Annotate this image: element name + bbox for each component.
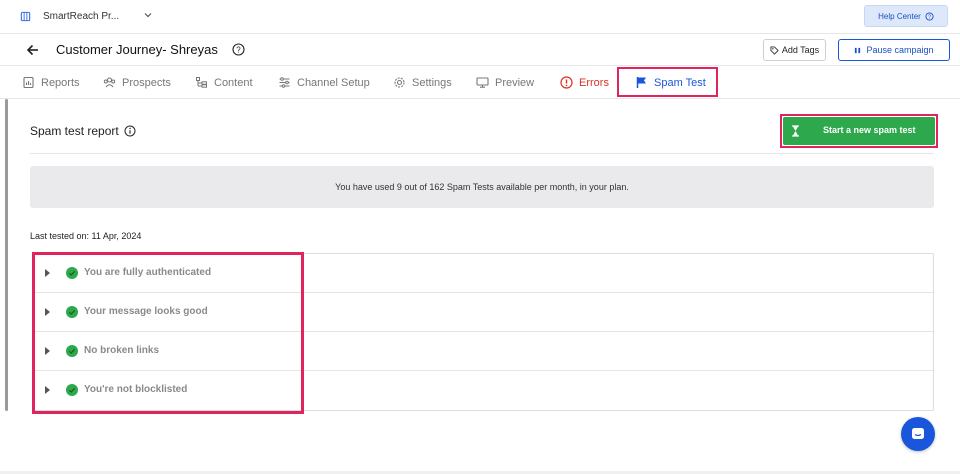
checks-highlight: [32, 252, 304, 414]
tab-label: Content: [214, 76, 253, 89]
tab-prospects[interactable]: Prospects: [103, 72, 171, 93]
question-circle-icon: ?: [925, 11, 934, 20]
spam-report-title: Spam test report: [30, 124, 136, 138]
tab-label: Settings: [412, 76, 452, 89]
content-icon: [196, 77, 207, 88]
gear-icon: [394, 77, 405, 88]
tab-label: Channel Setup: [297, 76, 370, 89]
add-tags-button[interactable]: Add Tags: [763, 39, 826, 61]
arrow-left-icon[interactable]: [26, 43, 40, 57]
hourglass-icon: [792, 125, 799, 137]
add-tags-label: Add Tags: [781, 45, 820, 55]
workspace-name[interactable]: SmartReach Pr...: [43, 11, 119, 22]
page-title: Customer Journey- Shreyas: [56, 42, 218, 57]
start-button-label: Start a new spam test: [823, 125, 916, 135]
tab-label: Errors: [579, 76, 609, 89]
spam-test-tab-highlight: [617, 67, 718, 97]
info-icon[interactable]: [124, 125, 136, 137]
chevron-down-icon[interactable]: [143, 10, 153, 20]
pause-campaign-button[interactable]: Pause campaign: [838, 39, 950, 61]
tab-settings[interactable]: Settings: [393, 72, 452, 93]
svg-text:?: ?: [928, 14, 931, 20]
report-title-text: Spam test report: [30, 124, 119, 138]
chat-icon: [912, 428, 924, 439]
campaign-tabs: Reports Prospects Content Channel Setup …: [0, 66, 960, 99]
scrollbar[interactable]: [5, 99, 8, 411]
tab-label: Prospects: [122, 76, 171, 89]
monitor-icon: [476, 77, 489, 88]
channel-setup-icon: [279, 77, 290, 88]
tab-content[interactable]: Content: [195, 72, 253, 93]
pause-campaign-label: Pause campaign: [866, 45, 934, 55]
tag-icon: [770, 45, 779, 55]
pause-icon: [855, 47, 861, 53]
prospects-icon: [103, 77, 116, 88]
start-new-spam-test-button[interactable]: Start a new spam test: [783, 117, 935, 145]
error-icon: [560, 76, 573, 89]
chat-support-button[interactable]: [901, 417, 935, 451]
divider: [30, 153, 934, 154]
tab-label: Reports: [41, 76, 80, 89]
tab-channel-setup[interactable]: Channel Setup: [278, 72, 370, 93]
help-center-button[interactable]: Help Center ?: [864, 5, 948, 27]
tab-reports[interactable]: Reports: [22, 72, 80, 93]
usage-banner: You have used 9 out of 162 Spam Tests av…: [30, 166, 934, 208]
top-bar: SmartReach Pr... Help Center ?: [0, 0, 960, 34]
tab-errors[interactable]: Errors: [560, 72, 609, 93]
building-icon: [20, 11, 31, 22]
reports-icon: [23, 76, 34, 89]
tab-preview[interactable]: Preview: [476, 72, 534, 93]
usage-text: You have used 9 out of 162 Spam Tests av…: [335, 182, 629, 192]
last-tested-date: Last tested on: 11 Apr, 2024: [30, 231, 142, 241]
question-circle-icon[interactable]: ?: [232, 43, 245, 56]
svg-text:?: ?: [236, 46, 241, 55]
campaign-header: Customer Journey- Shreyas ? Add Tags Pau…: [0, 34, 960, 66]
tab-label: Preview: [495, 76, 535, 89]
help-center-label: Help Center: [878, 11, 921, 21]
